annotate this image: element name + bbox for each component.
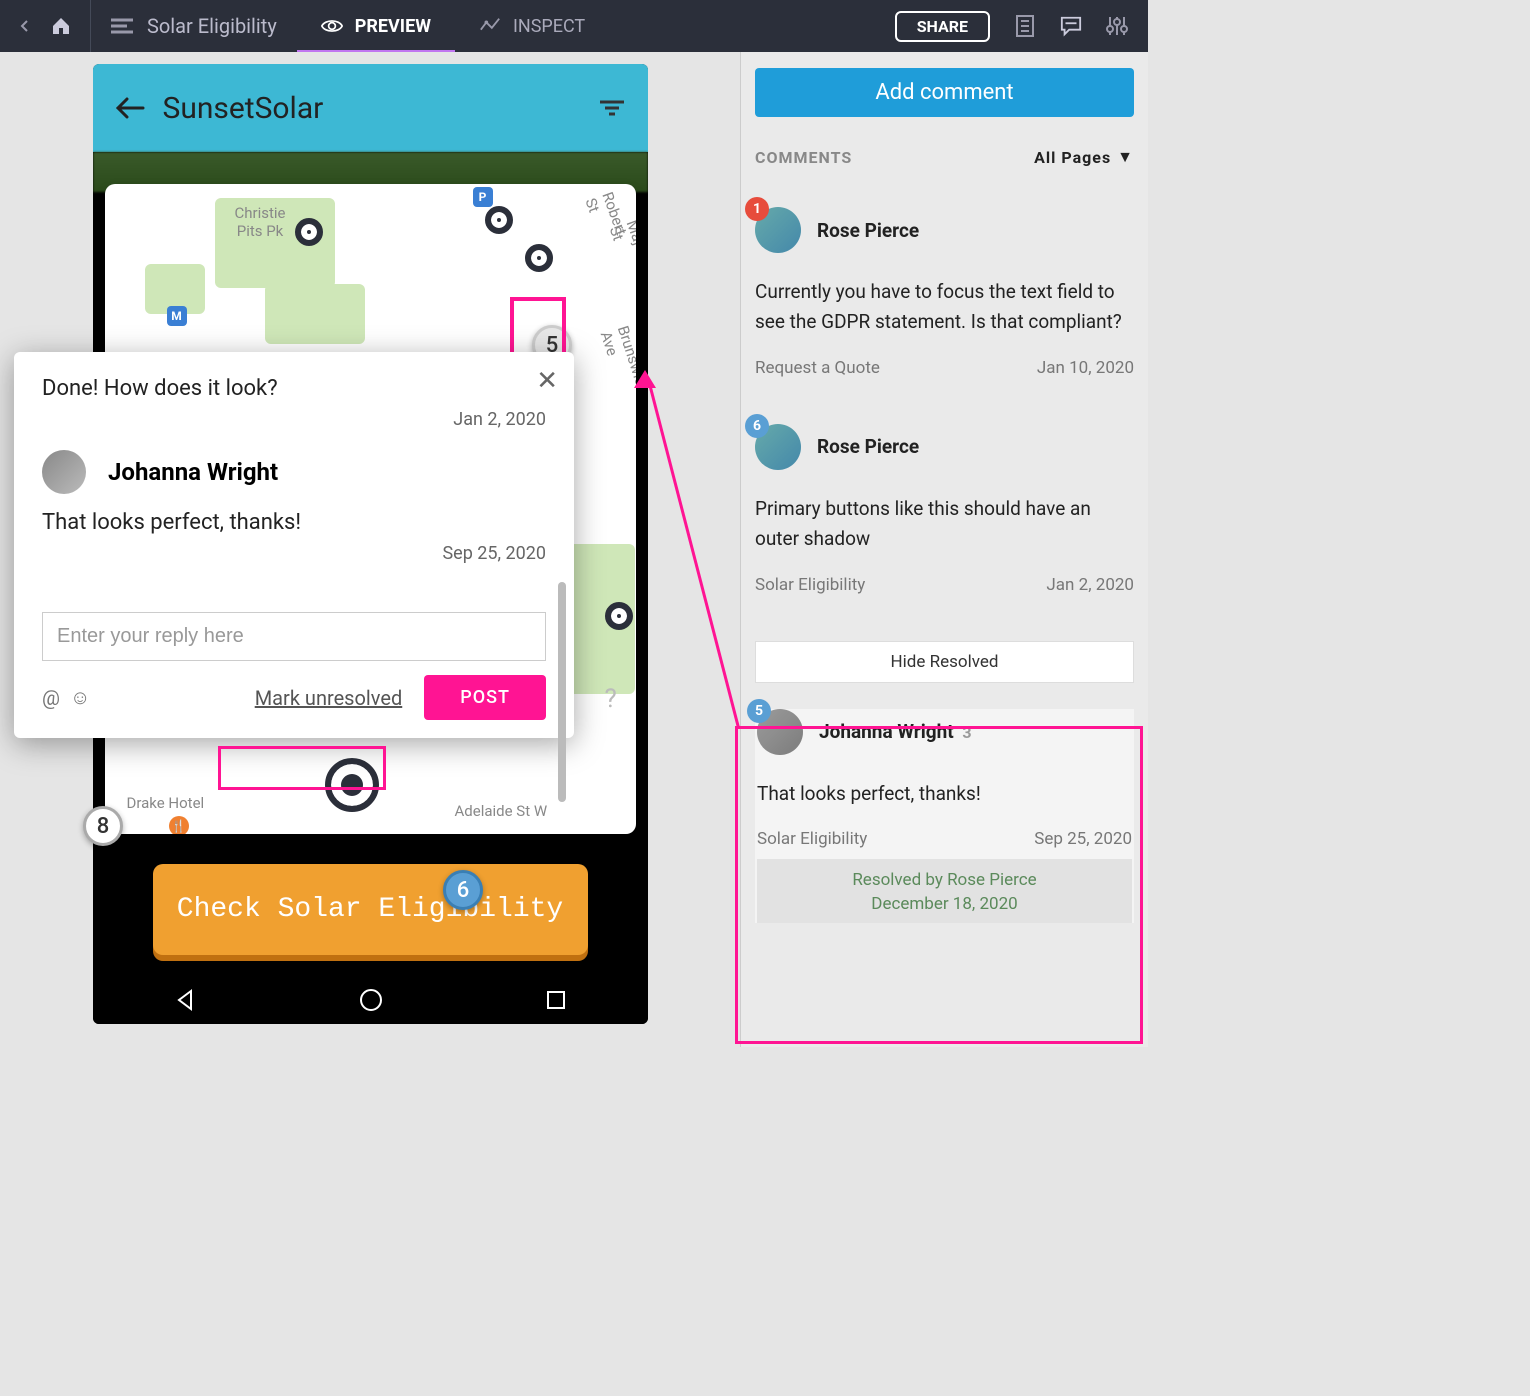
canvas-area: SunsetSolar Christie Pits Pk Robert St M… bbox=[0, 52, 740, 1047]
thread-date-2: Sep 25, 2020 bbox=[42, 543, 546, 564]
filter-icon[interactable] bbox=[598, 98, 626, 118]
resolved-section: 5 Johanna Wright 3 That looks perfect, t… bbox=[755, 709, 1134, 923]
app-title: SunsetSolar bbox=[163, 91, 324, 126]
metro-poi-icon: M bbox=[167, 306, 187, 326]
chevron-down-icon: ▼ bbox=[1117, 147, 1134, 167]
document-icon[interactable] bbox=[1014, 15, 1036, 37]
tab-inspect[interactable]: INSPECT bbox=[455, 0, 609, 52]
comment-location: Request a Quote bbox=[755, 358, 1037, 378]
app-header: SunsetSolar bbox=[93, 64, 648, 152]
comment-text: Currently you have to focus the text fie… bbox=[755, 277, 1134, 338]
mark-unresolved-button[interactable]: Mark unresolved bbox=[243, 678, 415, 718]
help-marker: ? bbox=[605, 684, 617, 714]
comment-thread-popup: ✕ Done! How does it look? Jan 2, 2020 Jo… bbox=[14, 352, 574, 738]
back-icon[interactable] bbox=[14, 15, 36, 37]
reply-input[interactable] bbox=[42, 612, 546, 661]
comment-item-resolved[interactable]: 5 Johanna Wright 3 That looks perfect, t… bbox=[757, 709, 1132, 849]
comment-item[interactable]: 6 Rose Pierce Primary buttons like this … bbox=[755, 424, 1134, 595]
comment-author: Rose Pierce bbox=[817, 219, 919, 242]
map-pin[interactable] bbox=[605, 602, 633, 630]
comment-date: Jan 2, 2020 bbox=[1046, 575, 1134, 595]
settings-icon[interactable] bbox=[1106, 15, 1128, 37]
restaurant-poi-icon: 🍴 bbox=[169, 816, 189, 834]
tab-inspect-label: INSPECT bbox=[513, 16, 585, 37]
scrollbar-thumb[interactable] bbox=[558, 582, 566, 802]
check-eligibility-button[interactable]: Check Solar Eligibility bbox=[153, 864, 588, 955]
highlight-box-marker-5 bbox=[510, 297, 566, 359]
inspect-icon bbox=[479, 15, 501, 37]
menu-icon[interactable] bbox=[111, 15, 133, 37]
thread-date-1: Jan 2, 2020 bbox=[42, 409, 546, 430]
map-pin[interactable] bbox=[295, 218, 323, 246]
thread-message-2: That looks perfect, thanks! bbox=[42, 510, 546, 535]
arrowhead-icon bbox=[630, 370, 660, 390]
map-pin[interactable] bbox=[525, 244, 553, 272]
tab-preview-label: PREVIEW bbox=[355, 16, 431, 37]
comment-author: Rose Pierce bbox=[817, 435, 919, 458]
resolved-by: Resolved by Rose Pierce bbox=[757, 869, 1132, 893]
comment-item[interactable]: 1 Rose Pierce Currently you have to focu… bbox=[755, 207, 1134, 378]
comment-location: Solar Eligibility bbox=[755, 575, 1046, 595]
close-icon[interactable]: ✕ bbox=[536, 366, 558, 396]
add-comment-button[interactable]: Add comment bbox=[755, 68, 1134, 117]
comment-marker-8[interactable]: 8 bbox=[83, 806, 123, 846]
map-pin-large[interactable] bbox=[325, 758, 379, 812]
comment-number-badge: 6 bbox=[745, 414, 769, 438]
resolved-date: December 18, 2020 bbox=[757, 893, 1132, 917]
map-pin[interactable] bbox=[485, 206, 513, 234]
comment-text: That looks perfect, thanks! bbox=[757, 779, 1132, 809]
project-name[interactable]: Solar Eligibility bbox=[147, 14, 277, 38]
comment-number-badge: 1 bbox=[745, 197, 769, 221]
post-button[interactable]: POST bbox=[424, 675, 546, 720]
map-label-christie: Christie Pits Pk bbox=[235, 204, 286, 240]
reply-count: 3 bbox=[962, 723, 971, 742]
comment-text: Primary buttons like this should have an… bbox=[755, 494, 1134, 555]
mention-icon[interactable]: @ bbox=[42, 686, 60, 710]
home-icon[interactable] bbox=[50, 15, 72, 37]
comment-author: Johanna Wright 3 bbox=[819, 720, 972, 743]
thread-message-1: Done! How does it look? bbox=[42, 376, 546, 401]
comment-number-badge: 5 bbox=[747, 699, 771, 723]
parking-poi-icon: P bbox=[473, 187, 493, 207]
comments-filter[interactable]: All Pages ▼ bbox=[1034, 147, 1134, 167]
app-toolbar: Solar Eligibility PREVIEW INSPECT SHARE bbox=[0, 0, 1148, 52]
nav-recent-icon[interactable] bbox=[545, 989, 567, 1011]
android-nav bbox=[93, 976, 648, 1024]
comment-date: Sep 25, 2020 bbox=[1034, 829, 1132, 849]
eye-icon bbox=[321, 15, 343, 37]
nav-back-icon[interactable] bbox=[173, 988, 197, 1012]
comments-header: COMMENTS bbox=[755, 148, 852, 167]
comment-location: Solar Eligibility bbox=[757, 829, 1034, 849]
avatar bbox=[42, 450, 86, 494]
comment-icon[interactable] bbox=[1060, 15, 1082, 37]
nav-home-icon[interactable] bbox=[358, 987, 384, 1013]
comments-panel: Add comment COMMENTS All Pages ▼ 1 Rose … bbox=[740, 52, 1148, 1047]
emoji-icon[interactable]: ☺ bbox=[70, 685, 90, 710]
comment-date: Jan 10, 2020 bbox=[1037, 358, 1134, 378]
thread-author: Johanna Wright bbox=[108, 458, 278, 486]
share-button[interactable]: SHARE bbox=[895, 11, 990, 42]
hide-resolved-button[interactable]: Hide Resolved bbox=[755, 641, 1134, 683]
map-label-drake: Drake Hotel bbox=[127, 794, 205, 812]
resolved-footer: Resolved by Rose Pierce December 18, 202… bbox=[757, 859, 1132, 923]
tab-preview[interactable]: PREVIEW bbox=[297, 0, 455, 52]
back-arrow-icon[interactable] bbox=[115, 96, 145, 120]
comment-marker-6[interactable]: 6 bbox=[443, 870, 483, 910]
map-label-adelaide: Adelaide St W bbox=[455, 802, 548, 820]
